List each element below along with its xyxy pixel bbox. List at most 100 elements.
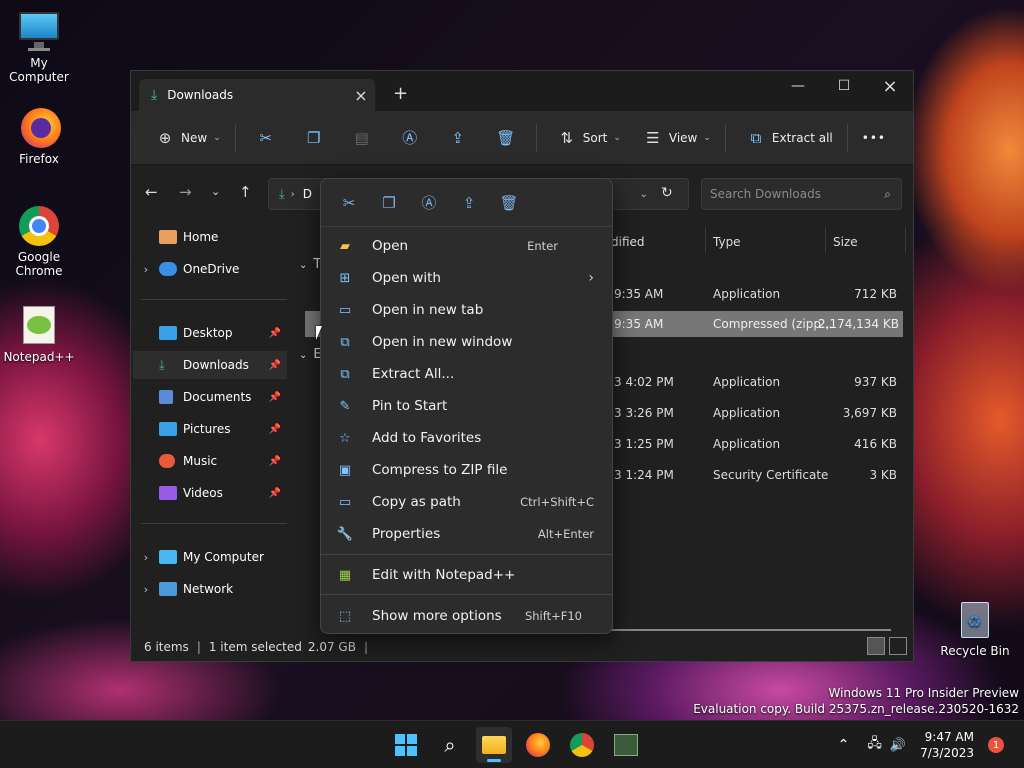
pin-icon[interactable]: 📌 [269,424,281,435]
column-header-type[interactable]: Type [713,235,741,249]
maximize-button[interactable]: ☐ [821,71,867,101]
notification-badge[interactable]: 1 [988,737,1004,753]
pin-icon[interactable]: 📌 [269,488,281,499]
sidebar-item-my-computer[interactable]: › My Computer [133,543,287,571]
sidebar-item-pictures[interactable]: Pictures 📌 [133,415,287,443]
sidebar-item-network[interactable]: › Network [133,575,287,603]
sidebar-item-music[interactable]: Music 📌 [133,447,287,475]
column-header-modified[interactable]: dified [611,235,645,249]
document-icon [159,390,173,404]
view-button[interactable]: ☰ View ⌄ [629,121,719,155]
sidebar-item-onedrive[interactable]: › OneDrive [133,255,287,283]
menu-item-add-to-favorites[interactable]: ☆ Add to Favorites [327,423,608,453]
close-window-button[interactable]: × [867,71,913,101]
network-icon [159,582,177,596]
desktop-icon-label: Google Chrome [15,250,63,278]
search-input[interactable]: Search Downloads ⌕ [701,178,902,210]
desktop-icon-recycle-bin[interactable]: ♻ Recycle Bin [937,598,1013,658]
extract-all-button[interactable]: ⧉ Extract all [732,121,841,155]
column-header-size[interactable]: Size [833,235,858,249]
pin-icon[interactable]: 📌 [269,392,281,403]
cut-icon[interactable]: ✂ [329,194,369,212]
network-icon[interactable]: 🖧 [867,734,882,756]
app-icon [614,734,638,756]
clock[interactable]: 9:47 AM 7/3/2023 [920,729,974,761]
copy-icon[interactable]: ❐ [369,194,409,212]
pin-icon[interactable]: 📌 [269,360,281,371]
sidebar-item-downloads[interactable]: ⤓ Downloads 📌 [133,351,287,379]
extract-icon: ⧉ [340,366,350,382]
menu-item-edit-notepadpp[interactable]: ▦ Edit with Notepad++ [327,560,608,590]
sidebar-item-documents[interactable]: Documents 📌 [133,383,287,411]
sort-button[interactable]: ⇅ Sort ⌄ [543,121,629,155]
desktop-icon-chrome[interactable]: Google Chrome [1,204,77,278]
notepadpp-icon [17,304,61,348]
rename-button[interactable]: Ⓐ [386,121,434,155]
menu-item-open[interactable]: ▰ Open Enter [327,231,608,261]
file-size: 3,697 KB [842,406,897,420]
taskbar-chrome[interactable] [564,727,600,763]
chevron-right-icon[interactable]: › [133,551,159,564]
menu-item-open-with[interactable]: ⊞ Open with › [327,263,608,293]
share-button[interactable]: ⇪ [434,121,482,155]
sidebar-item-label: Videos [183,486,223,500]
ellipsis-icon: ••• [861,130,886,145]
tab-downloads[interactable]: ⤓ Downloads × [139,79,375,111]
copy-button[interactable]: ❐ [290,121,338,155]
new-tab-button[interactable]: + [393,83,408,104]
menu-item-properties[interactable]: 🔧 Properties Alt+Enter [327,519,608,549]
pin-icon[interactable]: 📌 [269,456,281,467]
menu-item-open-new-tab[interactable]: ▭ Open in new tab [327,295,608,325]
chevron-right-icon[interactable]: › [133,583,159,596]
minimize-button[interactable]: — [775,71,821,101]
share-icon[interactable]: ⇪ [449,194,489,212]
group-header-today[interactable]: ⌄ T [299,257,321,272]
chevron-right-icon[interactable]: › [133,263,159,276]
taskbar-app[interactable] [608,727,644,763]
menu-item-pin-to-start[interactable]: ✎ Pin to Start [327,391,608,421]
sidebar-item-home[interactable]: Home [133,223,287,251]
delete-icon[interactable]: 🗑 [489,194,529,212]
rename-icon[interactable]: Ⓐ [409,192,449,213]
taskbar-file-explorer[interactable] [476,727,512,763]
volume-icon[interactable]: 🔊 [890,738,906,753]
taskbar-search-button[interactable]: ⌕ [432,727,468,763]
paste-button[interactable]: ▤ [338,121,386,155]
refresh-button[interactable]: ↻ [661,185,673,201]
start-button[interactable] [388,727,424,763]
back-button[interactable]: ← [145,183,158,201]
desktop-folder-icon [159,326,177,340]
recent-chevron-button[interactable]: ⌄ [211,185,220,198]
sort-icon: ⇅ [560,128,574,147]
menu-item-show-more-options[interactable]: ⬚ Show more options Shift+F10 [327,601,608,631]
menu-item-open-new-window[interactable]: ⧉ Open in new window [327,327,608,357]
file-size: 416 KB [854,437,897,451]
clock-date: 7/3/2023 [920,746,974,760]
file-size: 3 KB [869,468,897,482]
chrome-icon [570,733,594,757]
desktop-icon-notepadpp[interactable]: Notepad++ [1,304,77,364]
horizontal-scrollbar[interactable] [591,629,891,631]
up-button[interactable]: ↑ [239,183,252,201]
details-view-toggle[interactable] [867,637,885,655]
more-options-button[interactable]: ••• [854,121,894,155]
menu-item-compress-zip[interactable]: ▣ Compress to ZIP file [327,455,608,485]
file-date: 3 3:26 PM [614,406,674,420]
close-tab-icon[interactable]: × [347,86,375,105]
desktop-icon-firefox[interactable]: Firefox [1,106,77,166]
chevron-down-icon[interactable]: ⌄ [640,189,648,200]
cut-button[interactable]: ✂ [242,121,290,155]
pin-icon[interactable]: 📌 [269,328,281,339]
new-button[interactable]: ⊕ New ⌄ [141,121,229,155]
sidebar-item-videos[interactable]: Videos 📌 [133,479,287,507]
taskbar-firefox[interactable] [520,727,556,763]
forward-button[interactable]: → [179,183,192,201]
menu-item-copy-as-path[interactable]: ▭ Copy as path Ctrl+Shift+C [327,487,608,517]
desktop-icon-my-computer[interactable]: My Computer [1,10,77,84]
tiles-view-toggle[interactable] [889,637,907,655]
group-header-earlier[interactable]: ⌄ E [299,347,322,362]
menu-item-extract-all[interactable]: ⧉ Extract All... [327,359,608,389]
delete-button[interactable]: 🗑 [482,121,530,155]
chevron-up-icon[interactable]: ⌃ [838,737,850,753]
sidebar-item-desktop[interactable]: Desktop 📌 [133,319,287,347]
